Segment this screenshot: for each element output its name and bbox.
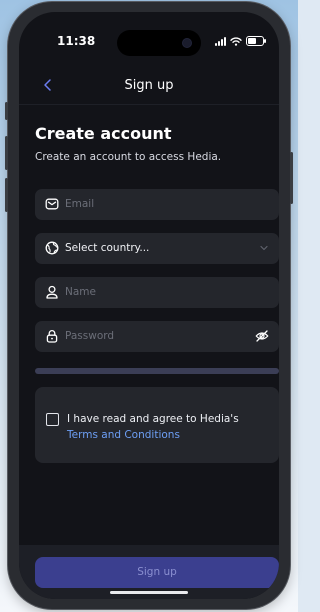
terms-text: I have read and agree to Hedia's Terms a… <box>67 411 267 443</box>
power-button <box>290 152 293 204</box>
wifi-icon <box>230 36 242 46</box>
form-subtitle: Create an account to access Hedia. <box>35 151 222 163</box>
terms-label: I have read and agree to Hedia's <box>67 413 239 425</box>
eye-off-icon[interactable] <box>255 329 269 343</box>
app-screen: 11:38 Sign up Create account Create an a… <box>19 12 279 599</box>
person-icon <box>46 285 58 299</box>
password-placeholder: Password <box>65 330 115 342</box>
terms-checkbox[interactable] <box>46 413 59 426</box>
home-indicator[interactable] <box>110 591 188 594</box>
password-field[interactable]: Password <box>35 321 279 352</box>
form-heading: Create account <box>35 124 172 143</box>
camera-dot <box>183 39 191 47</box>
name-field[interactable]: Name <box>35 277 279 308</box>
signal-icon <box>215 36 226 46</box>
terms-card: I have read and agree to Hedia's Terms a… <box>35 387 279 463</box>
password-strength-bar <box>35 368 279 374</box>
email-field[interactable]: Email <box>35 189 279 220</box>
sign-up-button[interactable]: Sign up <box>35 557 279 588</box>
mute-switch <box>5 102 8 120</box>
chevron-down-icon <box>260 245 268 251</box>
system-icons <box>215 35 266 47</box>
page-title: Sign up <box>124 78 174 93</box>
country-value: Select country... <box>65 242 150 254</box>
status-bar: 11:38 <box>19 12 279 58</box>
battery-icon <box>246 36 266 46</box>
globe-icon <box>45 241 59 255</box>
volume-down-button <box>5 178 8 212</box>
envelope-icon <box>45 198 59 210</box>
country-select[interactable]: Select country... <box>35 233 279 264</box>
terms-link[interactable]: Terms and Conditions <box>67 429 180 441</box>
email-placeholder: Email <box>65 198 95 210</box>
volume-up-button <box>5 136 8 170</box>
status-time: 11:38 <box>57 34 96 48</box>
lock-icon <box>46 330 58 343</box>
name-placeholder: Name <box>65 286 96 298</box>
nav-bar: Sign up <box>19 70 279 105</box>
dynamic-island <box>117 30 201 56</box>
